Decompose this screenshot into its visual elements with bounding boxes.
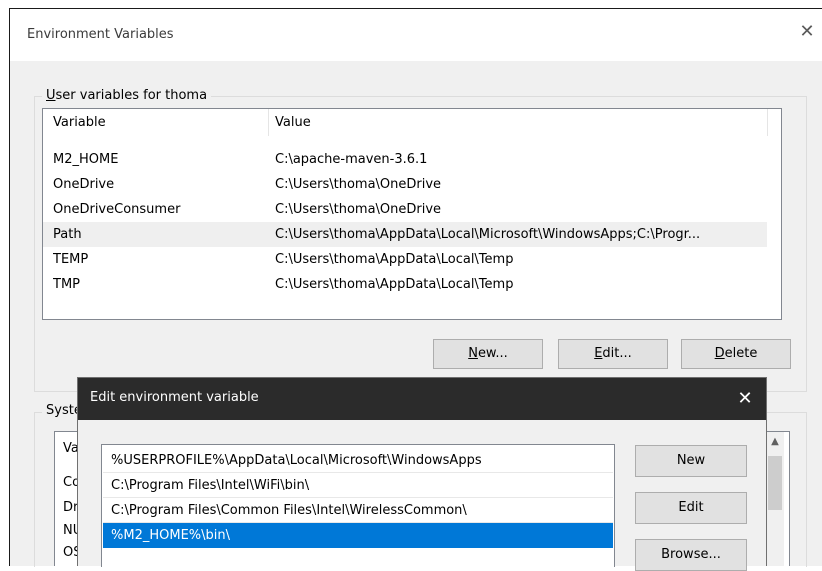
- new-entry-button[interactable]: New: [635, 445, 747, 477]
- new-user-variable-button[interactable]: New...: [433, 339, 543, 369]
- browse-button[interactable]: Browse...: [635, 539, 747, 571]
- variable-value: C:\apache-maven-3.6.1: [275, 152, 428, 167]
- table-row[interactable]: TEMP C:\Users\thoma\AppData\Local\Temp: [43, 247, 767, 272]
- close-icon[interactable]: ✕: [733, 387, 757, 411]
- list-item[interactable]: C:\Program Files\Intel\WiFi\bin\: [103, 473, 613, 498]
- system-list-scrollbar[interactable]: ▲: [766, 432, 784, 566]
- table-row[interactable]: M2_HOME C:\apache-maven-3.6.1: [43, 147, 767, 172]
- edit-user-variable-button[interactable]: Edit...: [558, 339, 668, 369]
- variable-name: M2_HOME: [53, 152, 119, 167]
- list-item[interactable]: C:\Program Files\Common Files\Intel\Wire…: [103, 498, 613, 523]
- delete-user-variable-button[interactable]: Delete: [681, 339, 791, 369]
- list-item[interactable]: %USERPROFILE%\AppData\Local\Microsoft\Wi…: [103, 448, 613, 473]
- column-separator[interactable]: [268, 109, 269, 136]
- user-variables-list[interactable]: Variable Value M2_HOME C:\apache-maven-3…: [42, 108, 782, 320]
- variable-name: TEMP: [53, 252, 89, 267]
- variable-name: OneDriveConsumer: [53, 202, 181, 217]
- table-row-selected[interactable]: Path C:\Users\thoma\AppData\Local\Micros…: [43, 222, 767, 247]
- edit-entry-button[interactable]: Edit: [635, 492, 747, 524]
- variable-value: C:\Users\thoma\OneDrive: [275, 202, 442, 217]
- scrollbar-thumb[interactable]: [768, 456, 782, 510]
- edit-dialog-titlebar: Edit environment variable ✕: [78, 378, 766, 420]
- dialog-titlebar: Environment Variables ✕: [10, 9, 822, 61]
- variable-value: C:\Users\thoma\AppData\Local\Temp: [275, 277, 514, 292]
- scroll-up-arrow-icon[interactable]: ▲: [766, 432, 784, 452]
- table-row[interactable]: OneDriveConsumer C:\Users\thoma\OneDrive: [43, 197, 767, 222]
- variable-name: TMP: [53, 277, 80, 292]
- list-item-selected[interactable]: %M2_HOME%\bin\: [103, 523, 613, 548]
- edit-environment-variable-dialog: Edit environment variable ✕ %USERPROFILE…: [77, 377, 767, 571]
- edit-dialog-title: Edit environment variable: [90, 390, 259, 405]
- close-icon[interactable]: ✕: [796, 21, 818, 43]
- variable-value: C:\Users\thoma\OneDrive: [275, 177, 442, 192]
- user-variables-group-label: User variables for thoma: [42, 88, 212, 103]
- table-row[interactable]: OneDrive C:\Users\thoma\OneDrive: [43, 172, 767, 197]
- variable-value: C:\Users\thoma\AppData\Local\Microsoft\W…: [275, 227, 701, 242]
- column-separator[interactable]: [767, 109, 768, 136]
- variable-name: OneDrive: [53, 177, 115, 192]
- variable-name: Path: [53, 227, 82, 242]
- table-row[interactable]: TMP C:\Users\thoma\AppData\Local\Temp: [43, 272, 767, 297]
- column-header-variable[interactable]: Variable: [53, 109, 106, 136]
- dialog-title: Environment Variables: [27, 27, 174, 42]
- variable-value: C:\Users\thoma\AppData\Local\Temp: [275, 252, 514, 267]
- path-entries-list[interactable]: %USERPROFILE%\AppData\Local\Microsoft\Wi…: [101, 444, 615, 567]
- column-header-value[interactable]: Value: [275, 109, 311, 136]
